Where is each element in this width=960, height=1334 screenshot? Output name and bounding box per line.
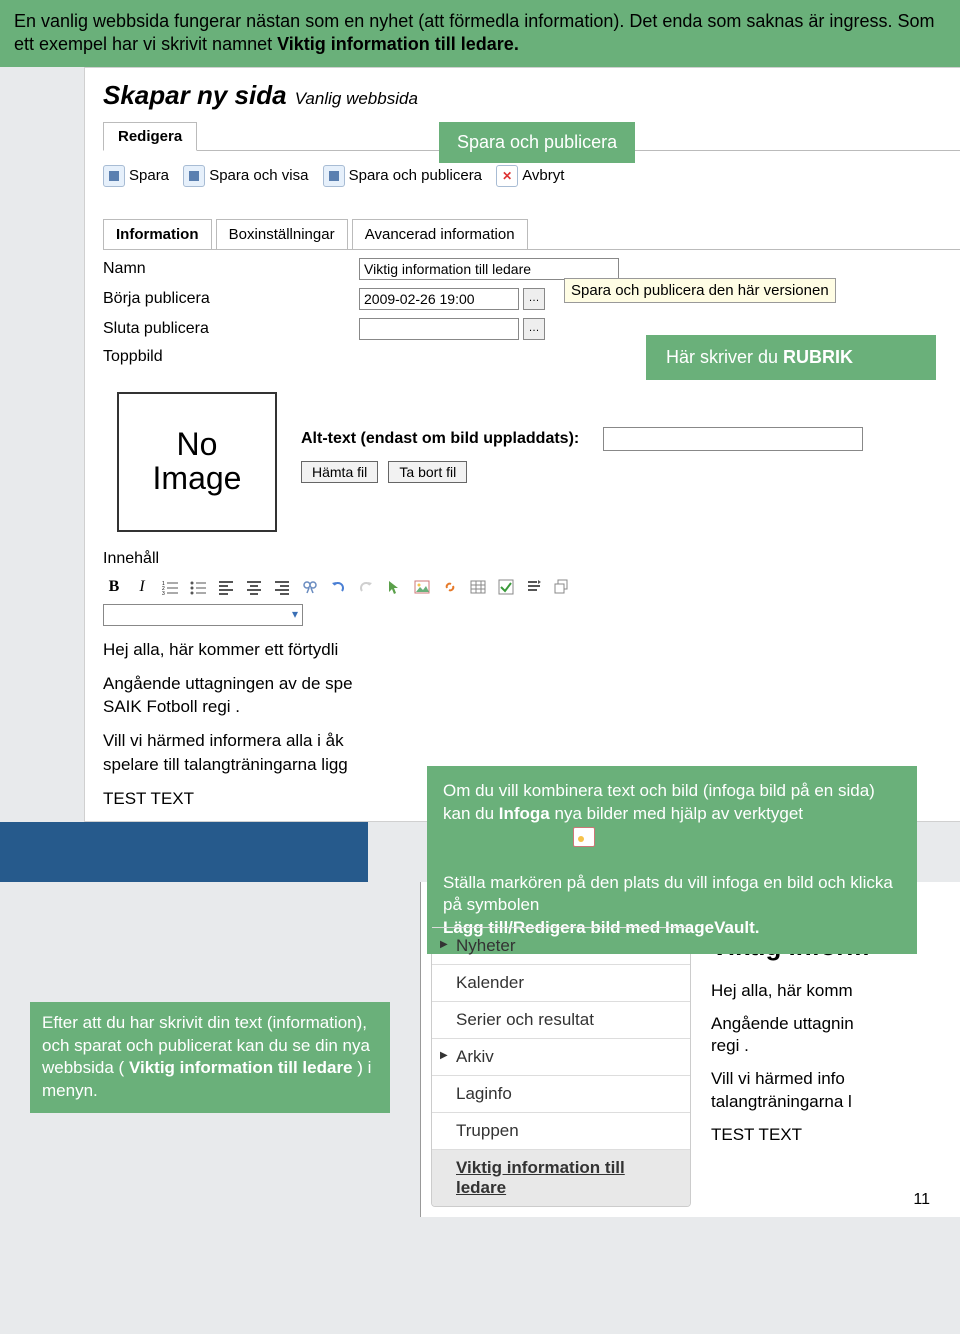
rte-undo-icon[interactable] [327,576,349,598]
btn-spara-pub[interactable]: Spara och publicera [323,165,482,187]
tab-information[interactable]: Information [103,219,212,249]
rte-align-center-icon[interactable] [243,576,265,598]
sidebar-item-arkiv[interactable]: Arkiv [432,1038,690,1075]
preview-p2: Angående uttagnin [711,1014,854,1033]
input-borja-publicera[interactable] [359,288,519,310]
sidebar-item-serier[interactable]: Serier och resultat [432,1001,690,1038]
infoga-l2: Ställa markören på den plats du vill inf… [443,873,893,915]
input-alt-text[interactable] [603,427,863,451]
callout-rubrik: Här skriver du RUBRIK [646,335,936,380]
callout-rubrik-a: Här skriver du [666,347,783,367]
content-p3: SAIK Fotboll regi . [103,697,240,716]
rte-ul-icon[interactable] [187,576,209,598]
btn-spara-visa[interactable]: Spara och visa [183,165,308,187]
after-b: Viktig information till ledare [129,1058,353,1077]
input-namn[interactable] [359,258,619,280]
date-picker-start-icon[interactable]: … [523,288,545,310]
sidebar-item-truppen[interactable]: Truppen [432,1112,690,1149]
btn-avbryt[interactable]: Avbryt [496,165,564,187]
sub-tabs-divider [103,249,960,250]
rte-misc-icon[interactable] [551,576,573,598]
rte-align-left-icon[interactable] [215,576,237,598]
preview-p3: regi . [711,1036,749,1055]
sub-tabs: Information Boxinställningar Avancerad i… [103,219,960,249]
save-icon [103,165,125,187]
content-p2: Angående uttagningen av de spe [103,674,353,693]
preview-p6: TEST TEXT [711,1124,960,1147]
page-title: Skapar ny sida [103,80,287,110]
alt-text-label: Alt-text (endast om bild uppladdats): [301,430,579,447]
sidebar-item-kalender[interactable]: Kalender [432,964,690,1001]
blue-separator [0,822,368,882]
btn-spara-visa-label: Spara och visa [209,167,308,184]
lower-left-col: Efter att du har skrivit din text (infor… [0,882,420,1217]
rte-toolbar: B I 123 [103,574,960,600]
btn-ta-bort-fil[interactable]: Ta bort fil [388,461,467,483]
rte-find-icon[interactable] [299,576,321,598]
btn-spara-pub-label: Spara och publicera [349,167,482,184]
rte-check-icon[interactable] [495,576,517,598]
callout-spara-publicera: Spara och publicera [439,122,635,163]
label-toppbild: Toppbild [103,348,359,366]
rte-table-icon[interactable] [467,576,489,598]
infoga-l1c: nya bilder med hjälp av verktyget [555,804,804,823]
image-controls: Alt-text (endast om bild uppladdats): Hä… [301,427,863,483]
intro-text-a: En vanlig webbsida fungerar nästan som e… [14,11,892,31]
tooltip-spara-pub: Spara och publicera den här versionen [564,278,836,303]
btn-hamta-fil[interactable]: Hämta fil [301,461,378,483]
svg-text:3: 3 [162,591,165,595]
content-p1: Hej alla, här kommer ett förtydli [103,638,940,662]
rte-redo-icon[interactable] [355,576,377,598]
sidebar-menu: Herrsenior Nyheter Kalender Serier och r… [431,892,691,1207]
tab-boxinstallningar[interactable]: Boxinställningar [216,219,348,249]
btn-avbryt-label: Avbryt [522,167,564,184]
image-area: No Image Alt-text (endast om bild upplad… [103,374,960,536]
rte-format-icon[interactable] [523,576,545,598]
save-view-icon [183,165,205,187]
label-namn: Namn [103,260,359,278]
rte-bold-icon[interactable]: B [103,576,125,598]
intro-text-bold: Viktig information till ledare. [277,34,519,54]
page-subtitle: Vanlig webbsida [295,89,418,108]
save-publish-icon [323,165,345,187]
btn-spara-label: Spara [129,167,169,184]
no-image-placeholder: No Image [117,392,277,532]
input-sluta-publicera[interactable] [359,318,519,340]
label-innehall: Innehåll [103,550,960,568]
rte-style-select[interactable] [103,604,303,626]
tab-avancerad[interactable]: Avancerad information [352,219,528,249]
action-toolbar: Spara Spara och visa Spara och publicera… [103,165,960,187]
rte-image-icon[interactable] [411,576,433,598]
label-sluta-publicera: Sluta publicera [103,320,359,338]
rte-align-right-icon[interactable] [271,576,293,598]
callout-rubrik-b: RUBRIK [783,347,853,367]
image-insert-icon [573,827,595,847]
content-p4b: spelare till talangträningarna ligg [103,755,348,774]
sidebar-item-laginfo[interactable]: Laginfo [432,1075,690,1112]
callout-after-text: Efter att du har skrivit din text (infor… [30,1002,390,1114]
btn-spara[interactable]: Spara [103,165,169,187]
tab-redigera[interactable]: Redigera [103,122,197,151]
preview-p1: Hej alla, här komm [711,980,960,1003]
preview-p5: talangträningarna l [711,1092,852,1111]
preview-p4: Vill vi härmed info [711,1069,845,1088]
rte-cursor-icon[interactable] [383,576,405,598]
date-picker-stop-icon[interactable]: … [523,318,545,340]
infoga-l1b: Infoga [499,804,550,823]
sidebar-item-nyheter[interactable]: Nyheter [432,927,690,964]
page-number: 11 [913,1191,930,1209]
content-p4a: Vill vi härmed informera alla i åk [103,731,344,750]
intro-note: En vanlig webbsida fungerar nästan som e… [0,0,960,67]
no-image-text: No Image [153,428,242,495]
rte-ol-icon[interactable]: 123 [159,576,181,598]
cancel-icon [496,165,518,187]
rte-italic-icon[interactable]: I [131,576,153,598]
label-borja-publicera: Börja publicera [103,290,359,308]
rte-link-icon[interactable] [439,576,461,598]
editor-panel: Skapar ny sida Vanlig webbsida Redigera … [84,67,960,822]
sidebar-item-viktig-info[interactable]: Viktig information till ledare [432,1149,690,1206]
